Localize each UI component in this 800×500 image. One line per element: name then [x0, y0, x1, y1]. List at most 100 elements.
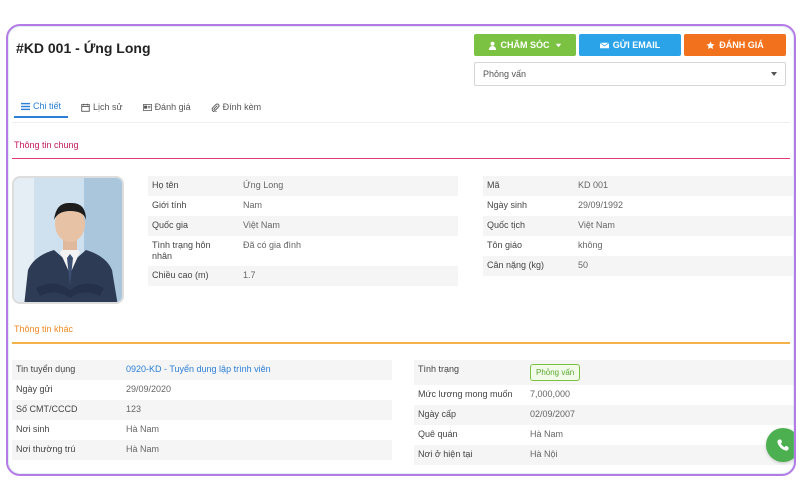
tab-details-label: Chi tiết [33, 101, 62, 111]
info-value: 7,000,000 [530, 389, 571, 399]
info-value: 29/09/2020 [126, 384, 172, 394]
info-row: Nơi sinh Hà Nam [12, 420, 392, 440]
info-row: Mức lương mong muốn 7,000,000 [414, 385, 794, 405]
info-row: Mã KD 001 [483, 176, 793, 196]
info-label: Quê quán [418, 429, 458, 439]
page-title: #KD 001 - Ứng Long [16, 40, 151, 56]
info-value: Hà Nội [530, 449, 558, 459]
call-button[interactable] [766, 428, 794, 462]
care-button-label: CHĂM SÓC [500, 40, 550, 50]
info-label: Tin tuyển dụng [16, 364, 76, 374]
tab-divider [12, 122, 790, 123]
info-value: Việt Nam [578, 220, 615, 230]
info-label: Ngày gửi [16, 384, 53, 394]
info-label: Tình trạng [418, 364, 460, 374]
info-label: Số CMT/CCCD [16, 404, 78, 414]
info-value: Phỏng vấn [530, 364, 794, 381]
tab-details[interactable]: Chi tiết [14, 96, 69, 118]
send-email-button-label: GỬI EMAIL [612, 40, 661, 50]
tab-bar: Chi tiết Lịch sử Đánh giá Đính kèm [14, 96, 268, 118]
care-button[interactable]: CHĂM SÓC [474, 34, 576, 56]
info-label: Mã [487, 180, 500, 190]
star-icon [706, 40, 715, 49]
info-row: Quê quán Hà Nam [414, 425, 794, 445]
envelope-icon [599, 42, 609, 48]
info-label: Nơi sinh [16, 424, 50, 434]
rate-button-label: ĐÁNH GIÁ [719, 40, 764, 50]
info-row: Ngày sinh 29/09/1992 [483, 196, 793, 216]
info-row: Quốc tịch Việt Nam [483, 216, 793, 236]
info-row: Tình trạng Phỏng vấn [414, 360, 794, 385]
job-posting-link[interactable]: 0920-KD - Tuyển dụng lập trình viên [126, 364, 392, 375]
tab-evaluation[interactable]: Đánh giá [136, 96, 198, 118]
info-label: Ngày sinh [487, 200, 528, 210]
info-value: Hà Nam [530, 429, 564, 439]
info-label: Ngày cấp [418, 409, 457, 419]
info-value: không [578, 240, 603, 250]
action-buttons: CHĂM SÓC GỬI EMAIL ĐÁNH GIÁ [474, 34, 786, 56]
candidate-panel: #KD 001 - Ứng Long CHĂM SÓC GỬI EMAIL ĐÁ… [6, 24, 796, 476]
info-value: Đã có gia đình [243, 240, 302, 250]
info-value: 123 [126, 404, 142, 414]
info-row: Cân nặng (kg) 50 [483, 256, 793, 276]
info-row: Nơi thường trú Hà Nam [12, 440, 392, 460]
rate-button[interactable]: ĐÁNH GIÁ [684, 34, 786, 56]
paperclip-icon [211, 103, 220, 112]
info-value: 29/09/1992 [578, 200, 624, 210]
info-label: Mức lương mong muốn [418, 389, 513, 399]
status-select[interactable]: Phỏng vấn [474, 62, 786, 86]
info-label: Tình trạng hôn nhân [152, 240, 211, 261]
user-icon [488, 41, 496, 50]
info-row: Họ tên Ứng Long [148, 176, 458, 196]
info-label: Tôn giáo [487, 240, 523, 250]
candidate-photo [12, 176, 124, 304]
info-row: Tôn giáo không [483, 236, 793, 256]
info-row: Số CMT/CCCD 123 [12, 400, 392, 420]
info-row: Ngày gửi 29/09/2020 [12, 380, 392, 400]
info-label: Nơi thường trú [16, 444, 76, 454]
list-icon [21, 102, 30, 110]
info-row: Nơi ở hiện tại Hà Nội [414, 445, 794, 465]
info-value: Ứng Long [243, 180, 284, 190]
status-select-value: Phỏng vấn [483, 69, 527, 79]
info-value: 1.7 [243, 270, 256, 280]
info-label: Cân nặng (kg) [487, 260, 545, 270]
send-email-button[interactable]: GỬI EMAIL [579, 34, 681, 56]
info-value: Hà Nam [126, 444, 160, 454]
info-value: Hà Nam [126, 424, 160, 434]
tab-attachments[interactable]: Đính kèm [204, 96, 269, 118]
info-value: Việt Nam [243, 220, 280, 230]
info-value: 02/09/2007 [530, 409, 576, 419]
calendar-icon [81, 103, 90, 112]
info-row: Quốc gia Việt Nam [148, 216, 458, 236]
info-value: 50 [578, 260, 589, 270]
card-icon [142, 103, 152, 111]
tab-history-label: Lịch sử [93, 102, 123, 112]
general-info-right: Mã KD 001 Ngày sinh 29/09/1992 Quốc tịch Vi… [483, 176, 793, 276]
info-row: Chiều cao (m) 1.7 [148, 266, 458, 286]
tab-evaluation-label: Đánh giá [154, 102, 191, 112]
caret-down-icon [555, 43, 561, 47]
section-general-divider [12, 158, 790, 159]
status-badge: Phỏng vấn [530, 364, 581, 381]
other-info-left: Tin tuyển dụng 0920-KD - Tuyển dụng lập t… [12, 360, 392, 460]
section-other-title: Thông tin khác [14, 324, 74, 334]
info-row: Tình trạng hôn nhân Đã có gia đình [148, 236, 458, 266]
info-row: Ngày cấp 02/09/2007 [414, 405, 794, 425]
general-info-left: Họ tên Ứng Long Giới tính Nam Quốc gia Việt… [148, 176, 458, 286]
other-info-right: Tình trạng Phỏng vấn Mức lương mong muốn 7… [414, 360, 794, 465]
tab-history[interactable]: Lịch sử [74, 96, 130, 118]
tab-attachments-label: Đính kèm [222, 102, 262, 112]
info-label: Quốc tịch [487, 220, 526, 230]
info-label: Chiều cao (m) [152, 270, 209, 280]
info-label: Họ tên [152, 180, 179, 190]
info-value: KD 001 [578, 180, 609, 190]
phone-icon [777, 439, 789, 451]
section-general-title: Thông tin chung [14, 140, 79, 150]
chevron-down-icon [771, 72, 777, 76]
info-row: Tin tuyển dụng 0920-KD - Tuyển dụng lập t… [12, 360, 392, 380]
info-value: Nam [243, 200, 263, 210]
info-row: Giới tính Nam [148, 196, 458, 216]
info-label: Nơi ở hiện tại [418, 449, 473, 459]
info-label: Quốc gia [152, 220, 189, 230]
